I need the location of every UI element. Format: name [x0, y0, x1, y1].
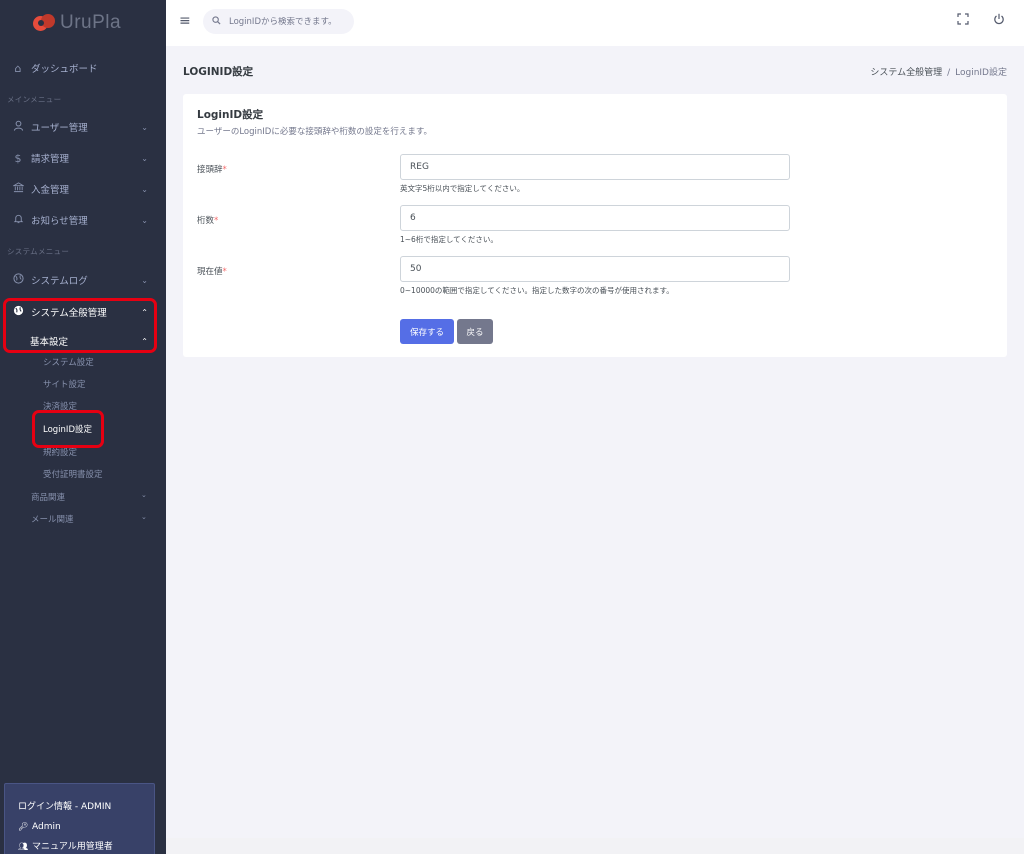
menu-section-title: メインメニュー — [7, 95, 62, 104]
card-title: LoginID設定 — [197, 109, 264, 121]
prefix-help: 英文字5桁以内で指定してください。 — [400, 184, 525, 193]
sidebar-item-label: ユーザー管理 — [31, 123, 88, 134]
chevron-down-icon: ⌄ — [141, 122, 148, 132]
sidebar: UruPla ⌂ ダッシュボード メインメニュー ユーザー管理 ⌄ $ 請求管理… — [0, 0, 166, 854]
hamburger-icon[interactable]: ≡ — [179, 13, 191, 29]
topbar: ≡ — [166, 0, 1024, 46]
sidebar-item-notices[interactable]: お知らせ管理 ⌄ — [0, 208, 166, 232]
sidebar-item-mail[interactable]: メール関連 ⌄ — [31, 513, 147, 525]
users-icon: 👥︎ — [18, 842, 29, 851]
chevron-down-icon: ⌄ — [141, 275, 148, 285]
search-box[interactable] — [203, 9, 354, 34]
bell-icon — [11, 213, 25, 227]
fullscreen-icon[interactable] — [957, 13, 969, 29]
sidebar-item-dashboard[interactable]: ⌂ ダッシュボード — [0, 56, 166, 80]
globe-icon — [11, 273, 25, 287]
sidebar-item-label: ダッシュボード — [31, 64, 98, 75]
brand-name: UruPla — [60, 12, 122, 33]
sidebar-item-users[interactable]: ユーザー管理 ⌄ — [0, 115, 166, 139]
sidebar-subitem-site-settings[interactable]: サイト設定 — [43, 378, 86, 390]
search-icon — [212, 15, 221, 28]
sidebar-item-payments[interactable]: 入金管理 ⌄ — [0, 177, 166, 201]
current-value-help: 0~10000の範囲で指定してください。指定した数字の次の番号が使用されます。 — [400, 286, 674, 295]
current-value-label: 現在値* — [197, 267, 227, 277]
breadcrumb-current: LoginID設定 — [955, 68, 1007, 78]
chevron-down-icon: ⌄ — [141, 184, 148, 194]
digits-label: 桁数* — [197, 216, 219, 226]
sidebar-item-label: お知らせ管理 — [31, 216, 88, 227]
sidebar-item-billing[interactable]: $ 請求管理 ⌄ — [0, 146, 166, 170]
highlight-annotation — [3, 298, 157, 353]
login-user-name: Admin — [32, 822, 61, 832]
home-icon: ⌂ — [14, 61, 22, 75]
current-value-input[interactable] — [400, 256, 790, 282]
save-button[interactable]: 保存する — [400, 319, 454, 344]
digits-help: 1~6桁で指定してください。 — [400, 235, 498, 244]
sidebar-subitem-receipt-settings[interactable]: 受付証明書設定 — [43, 468, 103, 480]
prefix-input[interactable] — [400, 154, 790, 180]
user-icon — [11, 120, 25, 134]
sidebar-item-label: 請求管理 — [31, 154, 70, 165]
sidebar-item-label: 入金管理 — [31, 185, 70, 196]
search-input[interactable] — [229, 16, 349, 27]
chevron-down-icon: ⌄ — [141, 491, 147, 499]
menu-section-title: システムメニュー — [7, 247, 70, 256]
chevron-down-icon: ⌄ — [141, 513, 147, 521]
chevron-down-icon: ⌄ — [141, 215, 148, 225]
breadcrumb-separator: / — [947, 68, 951, 78]
settings-card: LoginID設定 ユーザーのLoginIDに必要な接頭辞や桁数の設定を行えます… — [183, 94, 1007, 357]
breadcrumb: システム全般管理 / LoginID設定 — [870, 65, 1007, 78]
footer — [166, 838, 1024, 854]
login-info-user: 🔑︎ Admin — [18, 822, 61, 832]
login-info-panel: ログイン情報 - ADMIN 🔑︎ Admin 👥︎ マニュアル用管理者 — [4, 783, 155, 854]
prefix-label: 接頭辞* — [197, 165, 227, 175]
breadcrumb-parent[interactable]: システム全般管理 — [870, 68, 942, 78]
sidebar-item-label: 商品関連 — [31, 493, 66, 503]
bank-icon — [11, 182, 25, 196]
dollar-icon: $ — [14, 151, 22, 165]
page-title: LOGINID設定 — [183, 66, 254, 78]
sidebar-item-product[interactable]: 商品関連 ⌄ — [31, 491, 147, 503]
sidebar-subitem-system-settings[interactable]: システム設定 — [43, 356, 94, 368]
brand-logo[interactable]: UruPla — [0, 0, 166, 46]
login-user-role: マニュアル用管理者 — [32, 842, 113, 852]
login-info-title: ログイン情報 - ADMIN — [18, 802, 112, 812]
logo-icon — [33, 14, 55, 32]
login-info-role: 👥︎ マニュアル用管理者 — [18, 839, 113, 852]
highlight-annotation — [32, 410, 104, 448]
digits-input[interactable] — [400, 205, 790, 231]
chevron-down-icon: ⌄ — [141, 153, 148, 163]
power-icon[interactable] — [993, 13, 1005, 29]
back-button[interactable]: 戻る — [457, 319, 493, 344]
sidebar-item-label: システムログ — [31, 276, 88, 287]
key-icon: 🔑︎ — [18, 822, 29, 831]
sidebar-item-label: メール関連 — [31, 515, 74, 525]
sidebar-item-system-log[interactable]: システムログ ⌄ — [0, 268, 166, 292]
card-description: ユーザーのLoginIDに必要な接頭辞や桁数の設定を行えます。 — [197, 127, 432, 137]
